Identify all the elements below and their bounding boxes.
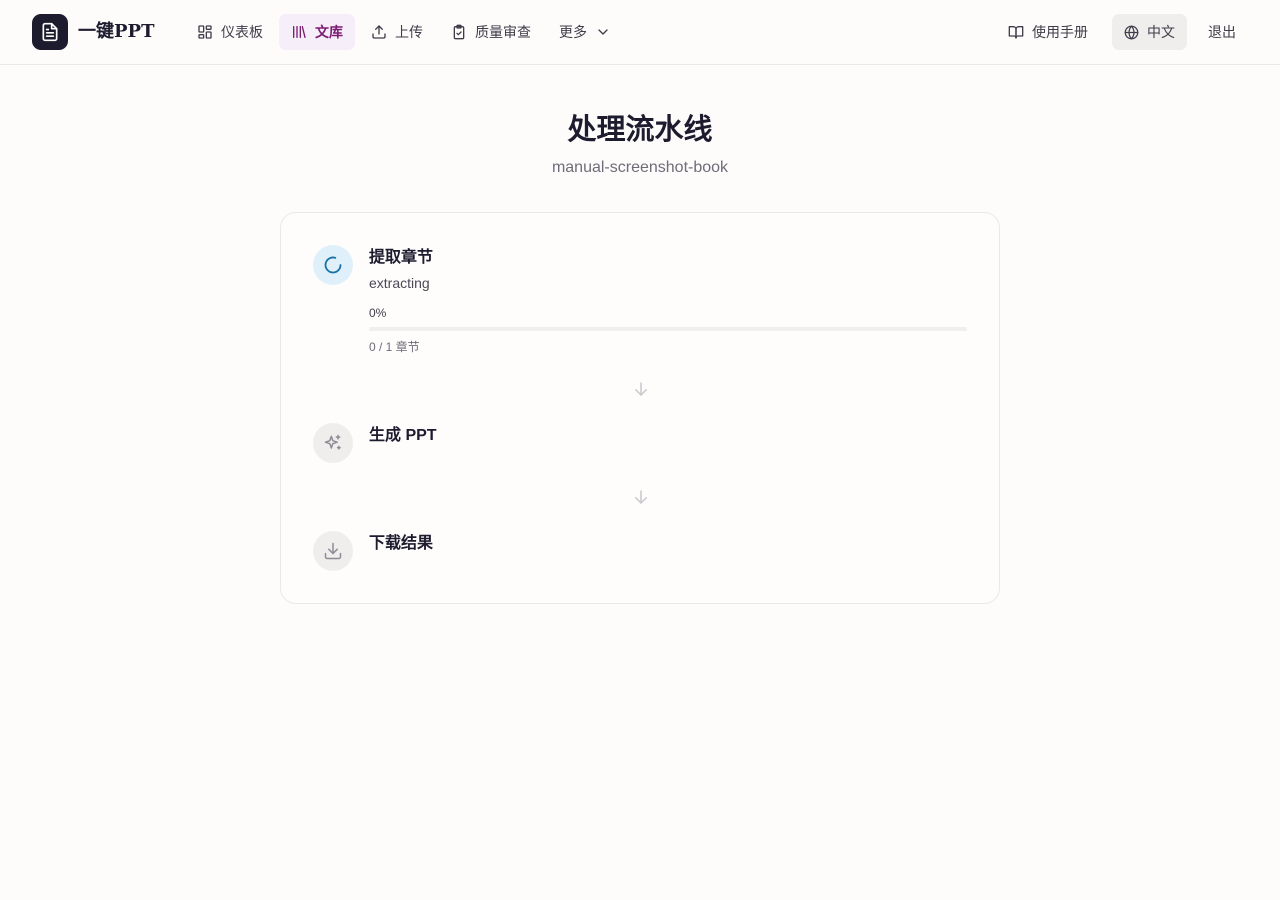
page-subtitle: manual-screenshot-book xyxy=(551,159,729,176)
download-icon xyxy=(324,542,342,560)
step-download-status xyxy=(313,531,353,571)
progress-bar xyxy=(369,327,967,331)
nav-review-label: 质量审查 xyxy=(475,24,531,40)
nav-dashboard-label: 仪表板 xyxy=(221,24,263,40)
book-open-icon xyxy=(1008,26,1024,39)
nav-review[interactable]: 质量审查 xyxy=(439,14,543,50)
upload-icon xyxy=(372,25,386,39)
page-title: 处理流水线 xyxy=(567,114,713,146)
step-extract-status-text: extracting xyxy=(369,275,430,291)
arrow-down-icon xyxy=(635,490,647,504)
nav-library-label: 文库 xyxy=(315,24,343,40)
nav-manual-label: 使用手册 xyxy=(1032,24,1088,40)
step-extract-status xyxy=(313,245,353,285)
arrow-down-icon xyxy=(635,382,647,396)
sparkles-icon xyxy=(324,434,341,450)
brand-name[interactable]: 一键PPT xyxy=(78,20,154,44)
nav-upload-label: 上传 xyxy=(395,24,423,40)
nav-more-dropdown[interactable]: 更多 xyxy=(547,14,623,50)
pipeline-card: 提取章节 extracting 0% 0 / 1 章节 生成 PPT 下载结果 xyxy=(280,212,1000,604)
library-icon xyxy=(293,26,306,38)
step-generate-status xyxy=(313,423,353,463)
clipboard-check-icon xyxy=(453,24,465,40)
language-switcher[interactable]: 中文 xyxy=(1112,14,1187,50)
step-generate-title: 生成 PPT xyxy=(369,427,437,444)
chapter-count: 0 / 1 章节 xyxy=(369,340,420,354)
chevron-down-icon xyxy=(598,29,608,35)
app-logo[interactable] xyxy=(32,14,68,50)
logout-label: 退出 xyxy=(1208,24,1236,40)
step-download-title: 下载结果 xyxy=(369,535,434,552)
dashboard-icon xyxy=(198,25,212,39)
nav-upload[interactable]: 上传 xyxy=(359,14,435,50)
top-navbar: 一键PPT 仪表板 文库 上传 质量审查 更多 使用手册 中文 退出 xyxy=(0,0,1280,65)
nav-library[interactable]: 文库 xyxy=(279,14,355,50)
step-extract-title: 提取章节 xyxy=(369,249,434,266)
progress-percent: 0% xyxy=(369,306,387,320)
logout-button[interactable]: 退出 xyxy=(1196,14,1248,50)
language-label: 中文 xyxy=(1147,24,1175,40)
spinner-icon xyxy=(324,256,342,274)
globe-icon xyxy=(1124,24,1139,40)
nav-dashboard[interactable]: 仪表板 xyxy=(185,14,275,50)
nav-manual[interactable]: 使用手册 xyxy=(996,14,1100,50)
nav-more-label: 更多 xyxy=(559,24,587,40)
document-icon xyxy=(42,22,58,42)
